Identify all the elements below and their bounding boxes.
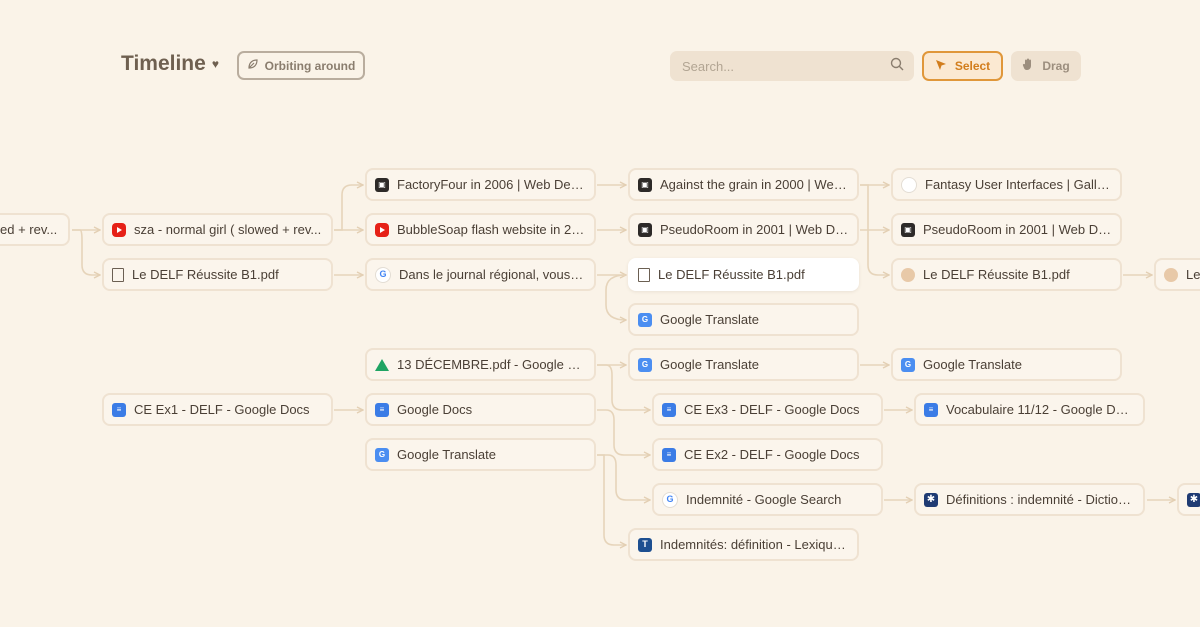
google-drive-icon [375,358,389,371]
history-node[interactable]: ≡ CE Ex3 - DELF - Google Docs [652,393,883,426]
history-node-label: Le DELF Réussite B1.pdf [132,267,279,282]
history-node-label: Fantasy User Interfaces | Galler... [925,177,1112,192]
history-node-label: FactoryFour in 2006 | Web Desi... [397,177,586,192]
history-node-label: Google Translate [660,357,760,372]
google-icon: G [662,491,678,508]
history-node-label: Le DELF Réussite B1.pdf [658,267,805,282]
history-node-label: Google Translate [923,357,1023,372]
history-node[interactable]: G Indemnité - Google Search [652,483,883,516]
history-node-label: Le [1186,267,1200,282]
history-node-label: Google Translate [660,312,760,327]
history-node-label: CE Ex1 - DELF - Google Docs [134,402,310,417]
history-node-label: Indemnités: définition - Lexique... [660,537,849,552]
history-node-label: Google Translate [397,447,497,462]
history-node-label: Dans le journal régional, vous lis... [399,267,586,282]
web-design-museum-icon: ▣ [901,222,915,237]
file-icon [112,267,124,282]
history-node-label: PseudoRoom in 2001 | Web Des... [660,222,849,237]
history-node-label: CE Ex3 - DELF - Google Docs [684,402,860,417]
history-node-label: ed + rev... [0,222,58,237]
web-design-museum-icon: ▣ [638,222,652,237]
history-node[interactable]: G Dans le journal régional, vous lis... [365,258,596,291]
history-node[interactable]: Fantasy User Interfaces | Galler... [891,168,1122,201]
history-node[interactable]: Le DELF Réussite B1.pdf [102,258,333,291]
history-node-label: Google Docs [397,402,473,417]
history-node-active[interactable]: Le DELF Réussite B1.pdf [628,258,859,291]
google-translate-icon: G [901,357,915,372]
history-node[interactable]: 13 DÉCEMBRE.pdf - Google Drive [365,348,596,381]
google-docs-icon: ≡ [924,402,938,417]
history-node[interactable]: ✱ [1177,483,1200,516]
history-node-label: sza - normal girl ( slowed + rev... [134,222,322,237]
faint-globe-icon [901,176,917,193]
history-node[interactable]: G Google Translate [628,303,859,336]
google-docs-icon: ≡ [662,447,676,462]
history-node[interactable]: Le DELF Réussite B1.pdf [891,258,1122,291]
history-node[interactable]: G Google Translate [365,438,596,471]
history-node[interactable]: BubbleSoap flash website in 20... [365,213,596,246]
history-node-label: PseudoRoom in 2001 | Web Des... [923,222,1112,237]
history-node[interactable]: ▣ FactoryFour in 2006 | Web Desi... [365,168,596,201]
history-node[interactable]: Le [1154,258,1200,291]
history-node-label: Vocabulaire 11/12 - Google Docs [946,402,1135,417]
history-node-label: Against the grain in 2000 | Web... [660,177,849,192]
history-node[interactable]: ed + rev... [0,213,70,246]
history-node-label: Définitions : indemnité - Diction... [946,492,1135,507]
avatar-icon [1164,267,1178,282]
history-node[interactable]: sza - normal girl ( slowed + rev... [102,213,333,246]
history-node[interactable]: ≡ Google Docs [365,393,596,426]
dictionary-icon: ✱ [1187,492,1200,507]
google-translate-icon: G [638,312,652,327]
avatar-icon [901,267,915,282]
google-translate-icon: G [375,447,389,462]
history-node[interactable]: ≡ CE Ex2 - DELF - Google Docs [652,438,883,471]
history-node[interactable]: ▣ PseudoRoom in 2001 | Web Des... [891,213,1122,246]
history-node[interactable]: G Google Translate [628,348,859,381]
timeline-connections [72,0,1200,627]
youtube-icon [375,222,389,237]
google-docs-icon: ≡ [112,402,126,417]
file-icon [638,267,650,282]
history-node-label: Le DELF Réussite B1.pdf [923,267,1070,282]
dictionary-icon: ✱ [924,492,938,507]
google-translate-icon: G [638,357,652,372]
history-node[interactable]: ≡ CE Ex1 - DELF - Google Docs [102,393,333,426]
web-design-museum-icon: ▣ [375,177,389,192]
history-node-label: 13 DÉCEMBRE.pdf - Google Drive [397,357,586,372]
history-node[interactable]: T Indemnités: définition - Lexique... [628,528,859,561]
lexique-icon: T [638,537,652,552]
history-node-label: CE Ex2 - DELF - Google Docs [684,447,860,462]
google-docs-icon: ≡ [662,402,676,417]
youtube-icon [112,222,126,237]
history-node[interactable]: ▣ Against the grain in 2000 | Web... [628,168,859,201]
history-node-label: Indemnité - Google Search [686,492,842,507]
google-icon: G [375,266,391,283]
google-docs-icon: ≡ [375,402,389,417]
history-node-label: BubbleSoap flash website in 20... [397,222,586,237]
history-node[interactable]: G Google Translate [891,348,1122,381]
history-node[interactable]: ✱ Définitions : indemnité - Diction... [914,483,1145,516]
history-node[interactable]: ▣ PseudoRoom in 2001 | Web Des... [628,213,859,246]
web-design-museum-icon: ▣ [638,177,652,192]
history-node[interactable]: ≡ Vocabulaire 11/12 - Google Docs [914,393,1145,426]
